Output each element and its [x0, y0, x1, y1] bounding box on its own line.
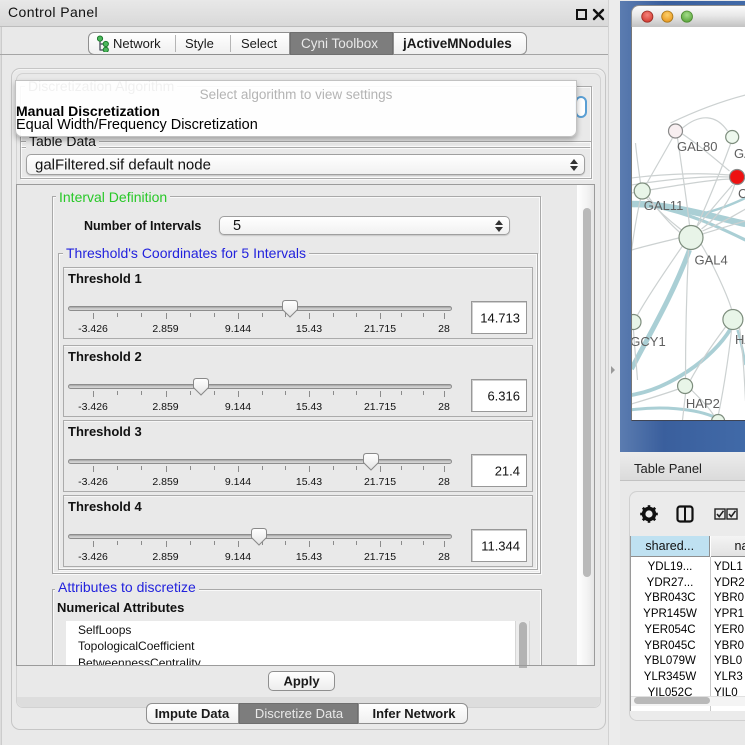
svg-text:GAL4: GAL4: [694, 253, 727, 268]
svg-text:HAP2: HAP2: [685, 396, 719, 411]
svg-text:GAL11: GAL11: [643, 198, 683, 213]
svg-text:GAL80: GAL80: [677, 139, 717, 154]
svg-text:GA: GA: [734, 146, 745, 161]
svg-text:HA: HA: [735, 332, 745, 347]
svg-text:GCY1: GCY1: [632, 334, 666, 349]
svg-text:C: C: [738, 186, 745, 201]
